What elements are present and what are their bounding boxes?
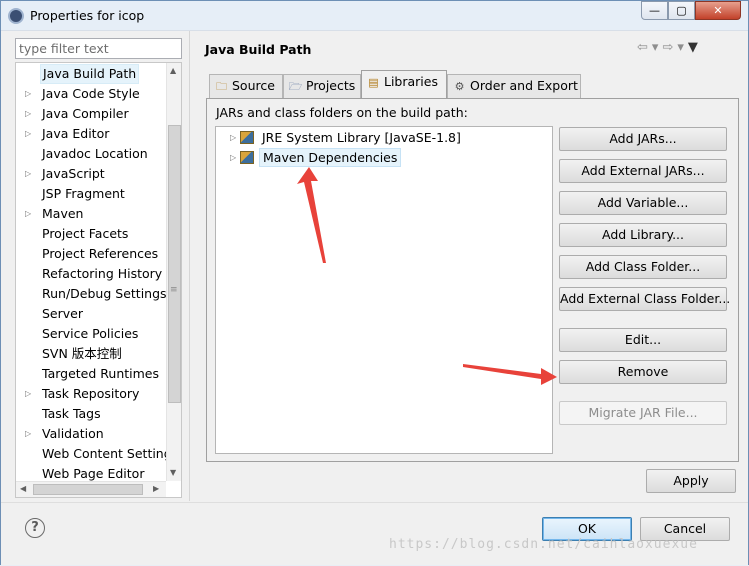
arrow-to-remove-icon bbox=[463, 364, 557, 385]
properties-dialog: Properties for icop — ▢ ✕ type filter te… bbox=[0, 0, 749, 565]
annotation-arrows bbox=[297, 167, 557, 385]
arrow-to-maven-icon bbox=[297, 167, 326, 263]
